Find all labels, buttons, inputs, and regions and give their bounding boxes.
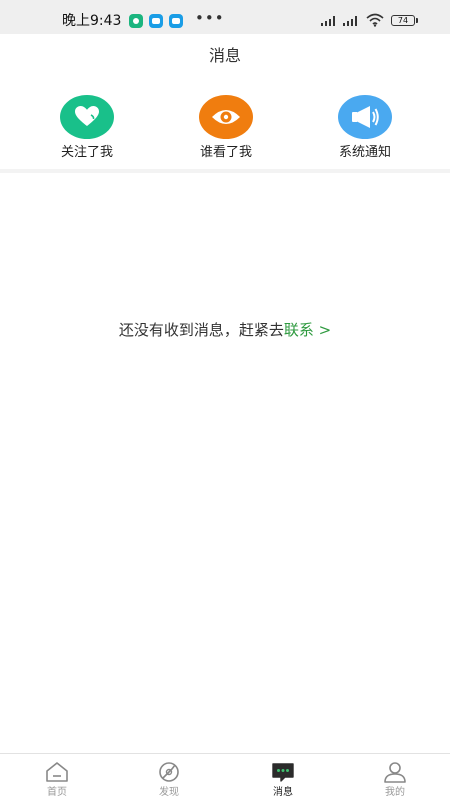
visitors-shortcut[interactable]: 谁看了我 (171, 95, 281, 161)
more-notifications-icon: ••• (195, 9, 225, 27)
message-icon (272, 763, 294, 782)
empty-state-text: 还没有收到消息，赶紧去 (118, 321, 284, 339)
empty-state-message: 还没有收到消息，赶紧去联系 > (0, 320, 450, 340)
wifi-icon (366, 13, 384, 27)
system-notice-label: 系统通知 (338, 145, 391, 160)
visitors-label: 谁看了我 (199, 145, 252, 160)
followers-shortcut[interactable]: 关注了我 (32, 95, 142, 161)
megaphone-icon (338, 95, 392, 139)
shield-notification-icon (129, 14, 143, 28)
battery-icon: 74 (391, 15, 415, 26)
tab-messages-label: 消息 (273, 787, 293, 798)
tab-profile-label: 我的 (385, 787, 405, 798)
tab-messages[interactable]: 消息 (253, 760, 313, 799)
battery-tip (416, 18, 418, 23)
system-notice-shortcut[interactable]: 系统通知 (310, 95, 420, 161)
contact-link[interactable]: 联系 > (284, 321, 331, 339)
chat-notification-icon (149, 14, 163, 28)
tab-discover-label: 发现 (159, 787, 179, 798)
eye-icon (199, 95, 253, 139)
tab-profile[interactable]: 我的 (365, 760, 425, 799)
chat-notification-icon-2 (169, 14, 183, 28)
signal-icon-2 (343, 16, 357, 26)
profile-icon (384, 762, 406, 783)
tab-home-label: 首页 (47, 787, 67, 798)
discover-icon (159, 762, 179, 782)
followers-label: 关注了我 (60, 145, 113, 160)
heart-icon (60, 95, 114, 139)
home-icon (46, 762, 68, 782)
page-title: 消息 (208, 46, 241, 65)
section-divider (0, 169, 450, 173)
status-time: 晚上9:43 (62, 13, 122, 29)
signal-icon (321, 16, 335, 26)
tab-discover[interactable]: 发现 (139, 760, 199, 799)
status-bar: 晚上9:43 ••• 74 (0, 0, 450, 34)
bottom-tab-bar: 首页 发现 消息 我的 (0, 753, 450, 801)
tab-home[interactable]: 首页 (27, 760, 87, 799)
